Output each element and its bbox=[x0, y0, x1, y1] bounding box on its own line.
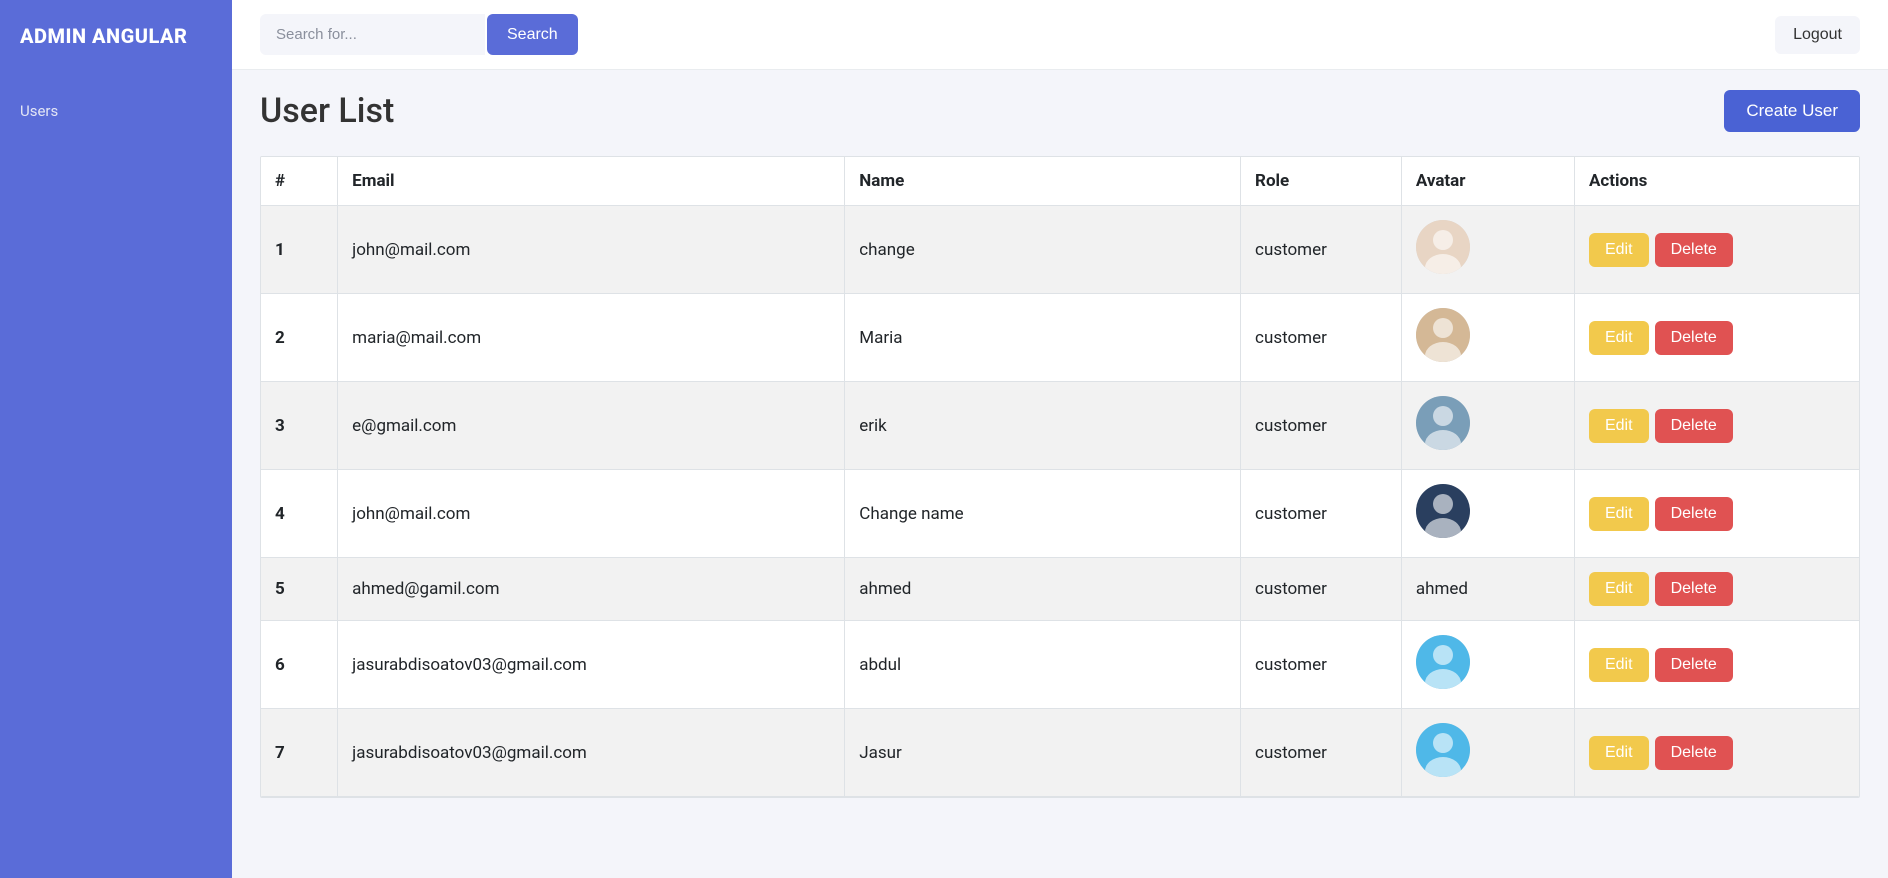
cell-num: 5 bbox=[261, 558, 338, 621]
avatar bbox=[1416, 635, 1470, 689]
edit-button[interactable]: Edit bbox=[1589, 736, 1649, 770]
cell-name: Jasur bbox=[845, 709, 1241, 797]
header-avatar: Avatar bbox=[1401, 157, 1574, 206]
edit-button[interactable]: Edit bbox=[1589, 233, 1649, 267]
cell-role: customer bbox=[1241, 294, 1402, 382]
cell-avatar bbox=[1401, 294, 1574, 382]
table-row: 3e@gmail.comerikcustomer EditDelete bbox=[261, 382, 1859, 470]
edit-button[interactable]: Edit bbox=[1589, 572, 1649, 606]
header-role: Role bbox=[1241, 157, 1402, 206]
header-email: Email bbox=[338, 157, 845, 206]
cell-num: 6 bbox=[261, 621, 338, 709]
sidebar-item-users[interactable]: Users bbox=[0, 92, 232, 130]
cell-num: 4 bbox=[261, 470, 338, 558]
cell-email: john@mail.com bbox=[338, 470, 845, 558]
logout-button[interactable]: Logout bbox=[1775, 16, 1860, 54]
cell-actions: EditDelete bbox=[1574, 621, 1859, 709]
cell-avatar bbox=[1401, 206, 1574, 294]
cell-role: customer bbox=[1241, 709, 1402, 797]
table-row: 4john@mail.comChange namecustomer EditDel… bbox=[261, 470, 1859, 558]
user-table: # Email Name Role Avatar Actions 1john@m… bbox=[261, 157, 1859, 797]
edit-button[interactable]: Edit bbox=[1589, 497, 1649, 531]
cell-num: 2 bbox=[261, 294, 338, 382]
cell-actions: EditDelete bbox=[1574, 294, 1859, 382]
avatar-text: ahmed bbox=[1416, 579, 1468, 599]
avatar bbox=[1416, 308, 1470, 362]
avatar bbox=[1416, 484, 1470, 538]
table-row: 2maria@mail.comMariacustomer EditDelete bbox=[261, 294, 1859, 382]
page-header: User List Create User bbox=[260, 90, 1860, 132]
avatar bbox=[1416, 723, 1470, 777]
cell-avatar bbox=[1401, 709, 1574, 797]
cell-name: Maria bbox=[845, 294, 1241, 382]
cell-num: 1 bbox=[261, 206, 338, 294]
cell-role: customer bbox=[1241, 382, 1402, 470]
search-button[interactable]: Search bbox=[487, 14, 578, 55]
header-actions: Actions bbox=[1574, 157, 1859, 206]
cell-role: customer bbox=[1241, 621, 1402, 709]
cell-name: change bbox=[845, 206, 1241, 294]
cell-name: abdul bbox=[845, 621, 1241, 709]
table-row: 7jasurabdisoatov03@gmail.comJasurcustome… bbox=[261, 709, 1859, 797]
header-num: # bbox=[261, 157, 338, 206]
cell-email: jasurabdisoatov03@gmail.com bbox=[338, 621, 845, 709]
create-user-button[interactable]: Create User bbox=[1724, 90, 1860, 132]
cell-email: e@gmail.com bbox=[338, 382, 845, 470]
edit-button[interactable]: Edit bbox=[1589, 648, 1649, 682]
cell-email: maria@mail.com bbox=[338, 294, 845, 382]
cell-num: 7 bbox=[261, 709, 338, 797]
cell-avatar bbox=[1401, 382, 1574, 470]
page-title: User List bbox=[260, 91, 394, 131]
cell-email: jasurabdisoatov03@gmail.com bbox=[338, 709, 845, 797]
avatar bbox=[1416, 220, 1470, 274]
user-table-wrapper: # Email Name Role Avatar Actions 1john@m… bbox=[260, 156, 1860, 798]
sidebar-item-label: Users bbox=[20, 102, 58, 120]
cell-num: 3 bbox=[261, 382, 338, 470]
delete-button[interactable]: Delete bbox=[1655, 572, 1733, 606]
table-row: 6jasurabdisoatov03@gmail.comabdulcustome… bbox=[261, 621, 1859, 709]
delete-button[interactable]: Delete bbox=[1655, 321, 1733, 355]
cell-actions: EditDelete bbox=[1574, 206, 1859, 294]
cell-actions: EditDelete bbox=[1574, 558, 1859, 621]
edit-button[interactable]: Edit bbox=[1589, 409, 1649, 443]
delete-button[interactable]: Delete bbox=[1655, 409, 1733, 443]
edit-button[interactable]: Edit bbox=[1589, 321, 1649, 355]
delete-button[interactable]: Delete bbox=[1655, 648, 1733, 682]
cell-name: Change name bbox=[845, 470, 1241, 558]
table-row: 5ahmed@gamil.comahmedcustomerahmedEditDe… bbox=[261, 558, 1859, 621]
main-area: Search Logout User List Create User # Em… bbox=[232, 0, 1888, 878]
search-input[interactable] bbox=[260, 14, 485, 55]
cell-actions: EditDelete bbox=[1574, 382, 1859, 470]
topbar: Search Logout bbox=[232, 0, 1888, 70]
cell-avatar: ahmed bbox=[1401, 558, 1574, 621]
cell-role: customer bbox=[1241, 558, 1402, 621]
cell-avatar bbox=[1401, 621, 1574, 709]
header-name: Name bbox=[845, 157, 1241, 206]
content: User List Create User # Email Name Role … bbox=[232, 70, 1888, 818]
cell-email: john@mail.com bbox=[338, 206, 845, 294]
brand-title: ADMIN ANGULAR bbox=[0, 0, 232, 72]
avatar bbox=[1416, 396, 1470, 450]
cell-role: customer bbox=[1241, 470, 1402, 558]
cell-actions: EditDelete bbox=[1574, 709, 1859, 797]
cell-name: erik bbox=[845, 382, 1241, 470]
cell-email: ahmed@gamil.com bbox=[338, 558, 845, 621]
cell-name: ahmed bbox=[845, 558, 1241, 621]
cell-role: customer bbox=[1241, 206, 1402, 294]
table-row: 1john@mail.comchangecustomer EditDelete bbox=[261, 206, 1859, 294]
sidebar: ADMIN ANGULAR Users bbox=[0, 0, 232, 878]
delete-button[interactable]: Delete bbox=[1655, 233, 1733, 267]
delete-button[interactable]: Delete bbox=[1655, 497, 1733, 531]
delete-button[interactable]: Delete bbox=[1655, 736, 1733, 770]
sidebar-nav: Users bbox=[0, 72, 232, 130]
search-group: Search bbox=[260, 14, 578, 55]
cell-avatar bbox=[1401, 470, 1574, 558]
cell-actions: EditDelete bbox=[1574, 470, 1859, 558]
table-header-row: # Email Name Role Avatar Actions bbox=[261, 157, 1859, 206]
